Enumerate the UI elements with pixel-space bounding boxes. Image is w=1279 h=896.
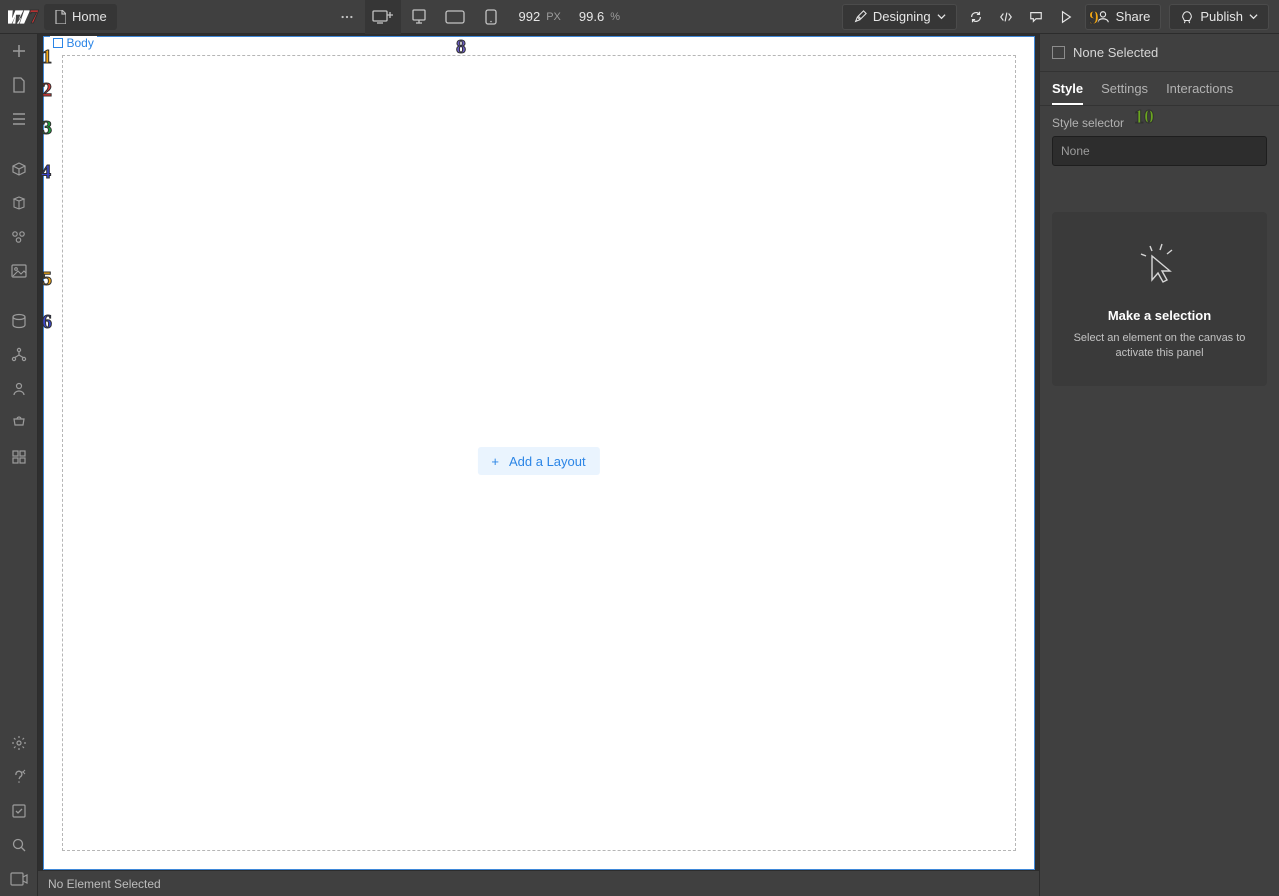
zoom-unit: % <box>610 11 620 23</box>
user-icon <box>1096 10 1110 24</box>
mode-toggle[interactable]: Designing <box>842 4 957 30</box>
assets-panel[interactable] <box>0 254 38 288</box>
empty-desc: Select an element on the canvas to activ… <box>1066 331 1253 362</box>
breakpoint-add[interactable] <box>365 0 401 34</box>
more-menu[interactable] <box>329 0 365 34</box>
body-label: Body <box>67 36 94 50</box>
logic-panel[interactable] <box>0 338 38 372</box>
brush-icon <box>853 10 867 24</box>
sync-button[interactable] <box>965 4 987 30</box>
tab-style[interactable]: Style <box>1052 81 1083 96</box>
page-name: Home <box>72 9 107 24</box>
zoom-value[interactable]: 99.6 <box>579 9 604 24</box>
style-manager[interactable] <box>0 220 38 254</box>
empty-state: Make a selection Select an element on th… <box>1052 212 1267 386</box>
viewport-info: 992 PX 99.6 % <box>509 9 630 24</box>
right-panel: None Selected Style Settings Interaction… <box>1039 34 1279 896</box>
body-icon <box>53 38 63 48</box>
style-selector-input[interactable]: None <box>1052 136 1267 166</box>
canvas-area[interactable]: Body + Add a Layout <box>38 34 1039 870</box>
publish-button[interactable]: Publish <box>1169 4 1269 30</box>
style-selector-section: Style selector None <box>1040 106 1279 176</box>
style-selector-placeholder: None <box>1061 144 1090 158</box>
page-selector[interactable]: Home <box>44 4 117 30</box>
video-panel[interactable] <box>0 862 38 896</box>
selection-icon <box>1052 46 1065 59</box>
selection-label: None Selected <box>1073 45 1158 60</box>
ecommerce-panel[interactable] <box>0 406 38 440</box>
page-icon <box>54 10 66 24</box>
status-message: No Element Selected <box>48 877 161 891</box>
search-panel[interactable] <box>0 828 38 862</box>
variables-panel[interactable] <box>0 186 38 220</box>
publish-label: Publish <box>1200 9 1243 24</box>
panel-tabs: Style Settings Interactions <box>1040 72 1279 106</box>
empty-title: Make a selection <box>1066 308 1253 323</box>
add-layout-button[interactable]: + Add a Layout <box>477 447 599 475</box>
chevron-down-icon <box>937 12 946 21</box>
mode-label: Designing <box>873 9 931 24</box>
viewport-width[interactable]: 992 <box>519 9 541 24</box>
selection-header: None Selected <box>1040 34 1279 72</box>
breakpoint-tablet[interactable] <box>437 0 473 34</box>
style-selector-label: Style selector <box>1052 116 1267 130</box>
comment-icon <box>1029 10 1043 24</box>
sync-icon <box>969 10 983 24</box>
share-button[interactable]: Share <box>1085 4 1162 30</box>
code-icon <box>999 10 1013 24</box>
cursor-icon <box>1066 236 1253 292</box>
tab-interactions[interactable]: Interactions <box>1166 81 1233 96</box>
users-panel[interactable] <box>0 372 38 406</box>
status-bar: No Element Selected <box>38 870 1039 896</box>
plus-icon: + <box>491 454 499 469</box>
navigator-panel[interactable] <box>0 102 38 136</box>
settings-panel[interactable] <box>0 726 38 760</box>
webflow-logo[interactable] <box>0 0 38 34</box>
left-sidebar <box>0 34 38 896</box>
audit-panel[interactable] <box>0 794 38 828</box>
play-icon <box>1059 10 1073 24</box>
canvas-body[interactable]: Body + Add a Layout <box>43 36 1035 870</box>
chevron-down-icon <box>1249 12 1258 21</box>
comments-button[interactable] <box>1025 4 1047 30</box>
share-label: Share <box>1116 9 1151 24</box>
add-element[interactable] <box>0 34 38 68</box>
viewport-unit: PX <box>546 11 561 23</box>
pages-panel[interactable] <box>0 68 38 102</box>
code-button[interactable] <box>995 4 1017 30</box>
breakpoint-group <box>365 0 509 34</box>
topbar-right-group: Designing Share Publish <box>842 4 1279 30</box>
add-layout-label: Add a Layout <box>509 454 586 469</box>
preview-button[interactable] <box>1055 4 1077 30</box>
cms-panel[interactable] <box>0 304 38 338</box>
rocket-icon <box>1180 10 1194 24</box>
breakpoint-mobile[interactable] <box>473 0 509 34</box>
apps-panel[interactable] <box>0 440 38 474</box>
breakpoint-desktop[interactable] <box>401 0 437 34</box>
body-element-tag[interactable]: Body <box>50 36 97 50</box>
top-toolbar: Home 992 PX 99.6 % Designing <box>0 0 1279 34</box>
components-panel[interactable] <box>0 152 38 186</box>
tab-settings[interactable]: Settings <box>1101 81 1148 96</box>
help-panel[interactable] <box>0 760 38 794</box>
